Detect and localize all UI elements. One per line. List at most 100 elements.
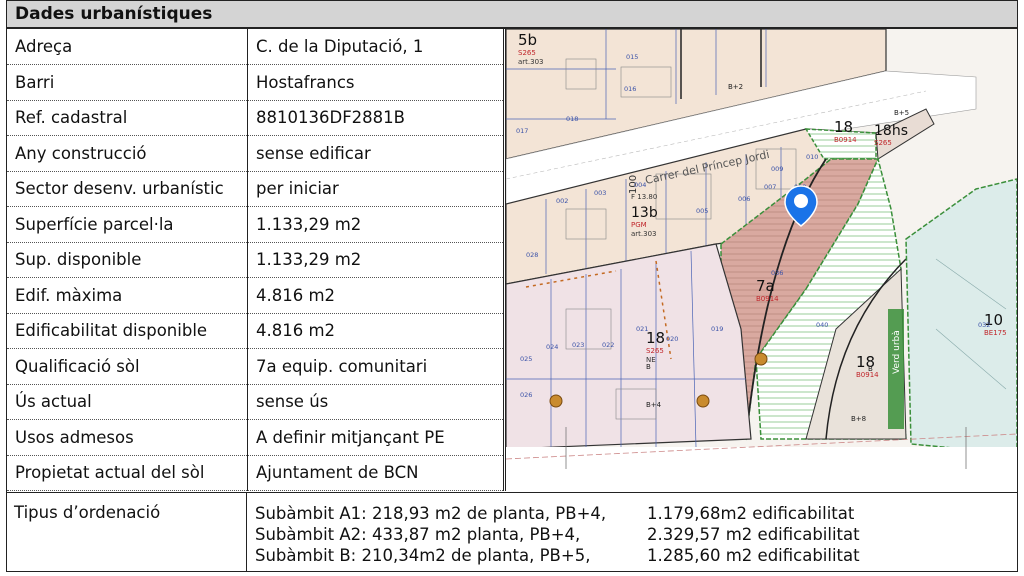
parcel-number: 007 (764, 183, 776, 191)
parcel-number: 020 (666, 335, 678, 343)
ordenacio-line: Subàmbit A2: 433,87 m2 planta, PB+4, 2.32… (255, 524, 1018, 545)
parcel-number: 003 (594, 189, 606, 197)
parcel-number: 006 (738, 195, 750, 203)
svg-text:art.303: art.303 (518, 58, 544, 66)
property-key: Sector desenv. urbanístic (6, 171, 248, 207)
svg-text:BE175: BE175 (984, 329, 1007, 337)
height-label: B (868, 365, 873, 373)
property-key: Qualificació sòl (6, 348, 248, 385)
property-row: Superfície parcel·la 1.133,29 m2 (6, 206, 504, 243)
ordenacio-line: Subàmbit B: 210,34m2 de planta, PB+5, 1.2… (255, 545, 1018, 566)
property-value: 7a equip. comunitari (247, 348, 504, 385)
ordenacio-edificabilitat: 2.329,57 m2 edificabilitat (647, 525, 860, 544)
svg-text:S265: S265 (646, 347, 664, 355)
ordenacio-subambit: Subàmbit B: 210,34m2 de planta, PB+5, (255, 546, 591, 565)
property-value: Hostafrancs (247, 64, 504, 101)
property-row: Sup. disponible 1.133,29 m2 (6, 242, 504, 278)
ordenacio-line: Subàmbit A1: 218,93 m2 de planta, PB+4, 1… (255, 503, 1018, 524)
property-value: 4.816 m2 (247, 313, 504, 349)
ordenacio-edificabilitat: 1.179,68m2 edificabilitat (647, 504, 855, 523)
parcel-number: 016 (624, 85, 636, 93)
ordenacio-subambit: Subàmbit A1: 218,93 m2 de planta, PB+4, (255, 504, 607, 523)
svg-text:S265: S265 (518, 49, 536, 57)
parcel-number: 017 (516, 127, 528, 135)
property-value: A definir mitjançant PE (247, 419, 504, 456)
property-key: Ús actual (6, 384, 248, 420)
ordenacio-label: Tipus d’ordenació (6, 492, 247, 572)
parcel-number: 019 (711, 325, 723, 333)
svg-text:18hs: 18hs (874, 123, 908, 139)
property-key: Adreça (6, 29, 248, 65)
height-label: B+2 (728, 83, 743, 91)
property-key: Sup. disponible (6, 242, 248, 278)
parcel-number: 025 (520, 355, 532, 363)
property-value: 8810136DF2881B (247, 100, 504, 136)
property-row: Adreça C. de la Diputació, 1 (6, 29, 504, 65)
property-key: Superfície parcel·la (6, 206, 248, 243)
height-label: B+4 (646, 401, 662, 409)
height-label: B (646, 363, 651, 371)
property-key: Edificabilitat disponible (6, 313, 248, 349)
svg-text:F 13.80: F 13.80 (631, 193, 657, 201)
svg-text:B0914: B0914 (834, 136, 857, 144)
property-key: Edif. màxima (6, 277, 248, 314)
property-row: Edificabilitat disponible 4.816 m2 (6, 313, 504, 349)
parcel-number: 022 (602, 341, 614, 349)
property-key: Propietat actual del sòl (6, 455, 248, 491)
property-row: Ús actual sense ús (6, 384, 504, 420)
svg-text:B0914: B0914 (756, 295, 779, 303)
property-row: Qualificació sòl 7a equip. comunitari (6, 348, 504, 385)
parcel-number: 005 (696, 207, 708, 215)
property-key: Usos admesos (6, 419, 248, 456)
parcel-number: 032 (978, 321, 990, 329)
parcel-number: 036 (771, 269, 783, 277)
height-label: B+8 (851, 415, 866, 423)
ordenacio-subambit: Subàmbit A2: 433,87 m2 planta, PB+4, (255, 525, 581, 544)
parcel-number: 004 (634, 181, 646, 189)
svg-text:13b: 13b (631, 205, 658, 221)
property-value: 1.133,29 m2 (247, 242, 504, 278)
svg-text:S265: S265 (874, 139, 892, 147)
ordenacio-lines: Subàmbit A1: 218,93 m2 de planta, PB+4, 1… (247, 492, 1018, 572)
section-title: Dades urbanístiques (6, 0, 1018, 29)
zone-label: 13bPGMart.303 F 13.80 (631, 193, 658, 238)
property-row: Ref. cadastral 8810136DF2881B (6, 100, 504, 136)
parcel-number: 009 (771, 165, 783, 173)
parcel-number: 040 (816, 321, 828, 329)
parcel-number: 028 (526, 251, 538, 259)
property-value: 1.133,29 m2 (247, 206, 504, 243)
properties-table: Adreça C. de la Diputació, 1 Barri Hostafra… (6, 29, 504, 491)
height-label: B+5 (894, 109, 909, 117)
parcel-number: 021 (636, 325, 648, 333)
parcel-number: 015 (626, 53, 638, 61)
svg-text:art.303: art.303 (631, 230, 657, 238)
urban-plan-map[interactable]: Carrer del Príncep Jordi 100 Verd urbà 1… (505, 29, 1017, 491)
parcel-number: 026 (520, 391, 532, 399)
property-key: Ref. cadastral (6, 100, 248, 136)
parcel-number: 023 (572, 341, 584, 349)
property-row: Sector desenv. urbanístic per iniciar (6, 171, 504, 207)
property-row: Edif. màxima 4.816 m2 (6, 277, 504, 314)
property-value: sense edificar (247, 135, 504, 172)
svg-text:18: 18 (646, 329, 665, 347)
property-value: sense ús (247, 384, 504, 420)
property-value: per iniciar (247, 171, 504, 207)
property-row: Any construcció sense edificar (6, 135, 504, 172)
svg-text:7a: 7a (756, 277, 775, 295)
svg-text:18: 18 (834, 118, 853, 136)
parcel-number: 024 (546, 343, 558, 351)
property-value: 4.816 m2 (247, 277, 504, 314)
parcel-number: 002 (556, 197, 568, 205)
parcel-number: 018 (566, 115, 578, 123)
property-value: C. de la Diputació, 1 (247, 29, 504, 65)
property-row: Usos admesos A definir mitjançant PE (6, 419, 504, 456)
property-row: Propietat actual del sòl Ajuntament de BC… (6, 455, 504, 491)
parcel-number: 010 (806, 153, 818, 161)
property-key: Any construcció (6, 135, 248, 172)
property-row: Barri Hostafrancs (6, 64, 504, 101)
ordenacio-edificabilitat: 1.285,60 m2 edificabilitat (647, 546, 860, 565)
property-value: Ajuntament de BCN (247, 455, 504, 491)
property-key: Barri (6, 64, 248, 101)
svg-text:PGM: PGM (631, 221, 647, 229)
map-green-label: Verd urbà (892, 330, 902, 374)
